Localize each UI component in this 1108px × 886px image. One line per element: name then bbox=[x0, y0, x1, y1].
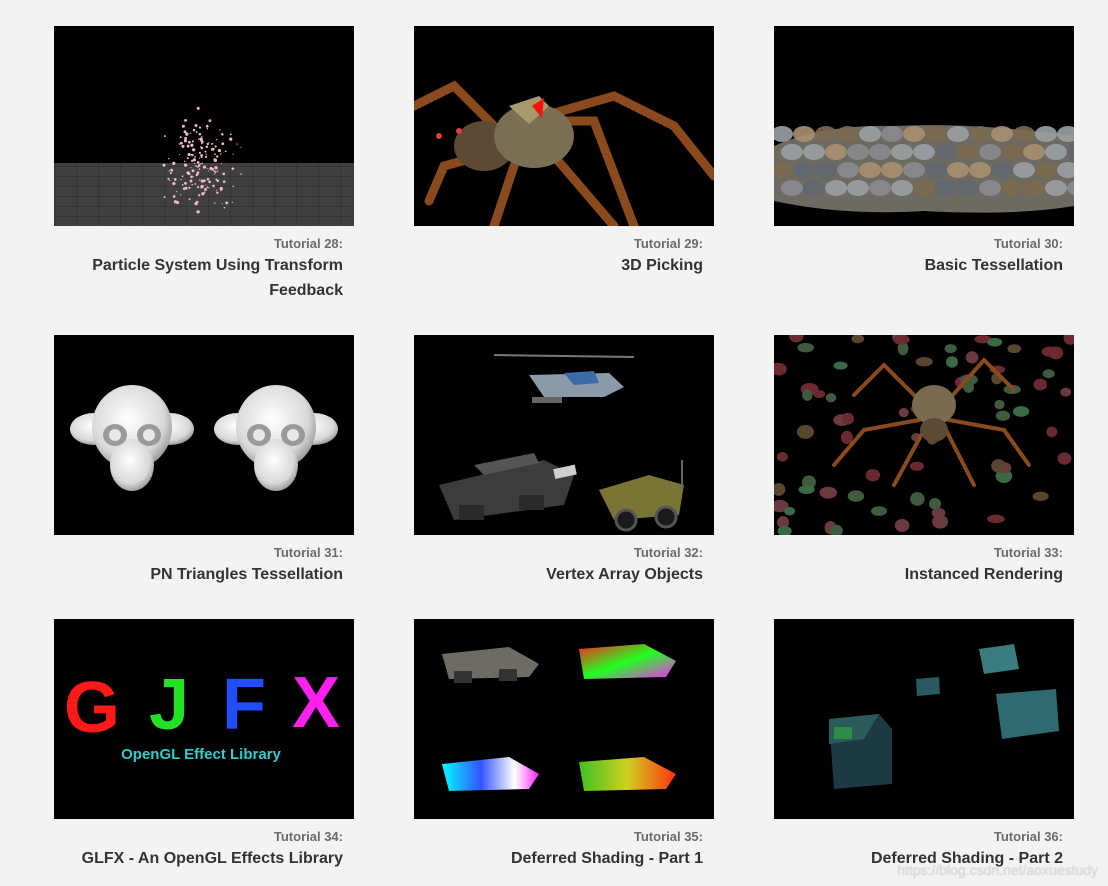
tutorial-number: Tutorial 33: bbox=[993, 545, 1063, 560]
tutorial-card-32[interactable]: Tutorial 32: Vertex Array Objects bbox=[414, 335, 714, 587]
tutorial-card-34[interactable]: G J F X OpenGL Effect Library Tutorial 3… bbox=[54, 619, 354, 871]
tutorial-number: Tutorial 29: bbox=[633, 236, 703, 251]
svg-text:J: J bbox=[149, 665, 189, 745]
tutorial-card-33[interactable]: Tutorial 33: Instanced Rendering bbox=[774, 335, 1074, 587]
tutorial-card-36[interactable]: Tutorial 36: Deferred Shading - Part 2 bbox=[774, 619, 1074, 871]
tutorial-card-28[interactable]: Tutorial 28: Particle System Using Trans… bbox=[54, 26, 354, 303]
tutorial-number: Tutorial 30: bbox=[993, 236, 1063, 251]
tutorial-title[interactable]: 3D Picking bbox=[414, 253, 714, 278]
glfx-logo-thumbnail[interactable]: G J F X OpenGL Effect Library bbox=[54, 619, 354, 819]
svg-text:G: G bbox=[64, 668, 120, 748]
svg-text:X: X bbox=[292, 663, 340, 743]
tutorial-card-35[interactable]: Tutorial 35: Deferred Shading - Part 1 bbox=[414, 619, 714, 871]
tutorial-number: Tutorial 31: bbox=[273, 545, 343, 560]
particle-system-thumbnail[interactable] bbox=[54, 26, 354, 226]
deferred-cubes-thumbnail[interactable] bbox=[774, 619, 1074, 819]
tutorial-card-31[interactable]: Tutorial 31: PN Triangles Tessellation bbox=[54, 335, 354, 587]
tutorial-title[interactable]: GLFX - An OpenGL Effects Library bbox=[54, 846, 354, 871]
tessellated-terrain-thumbnail[interactable] bbox=[774, 26, 1074, 226]
glfx-logo-caption: OpenGL Effect Library bbox=[121, 746, 281, 763]
tutorial-card-30[interactable]: Tutorial 30: Basic Tessellation bbox=[774, 26, 1074, 278]
monkey-heads-thumbnail[interactable] bbox=[54, 335, 354, 535]
tutorial-title[interactable]: PN Triangles Tessellation bbox=[54, 562, 354, 587]
tutorial-title[interactable]: Basic Tessellation bbox=[774, 253, 1074, 278]
tutorial-title[interactable]: Deferred Shading - Part 1 bbox=[414, 846, 714, 871]
svg-text:F: F bbox=[222, 665, 266, 745]
tutorial-number: Tutorial 35: bbox=[633, 829, 703, 844]
deferred-gbuffer-thumbnail[interactable] bbox=[414, 619, 714, 819]
tutorial-card-29[interactable]: Tutorial 29: 3D Picking bbox=[414, 26, 714, 278]
vehicles-thumbnail[interactable] bbox=[414, 335, 714, 535]
tutorial-title[interactable]: Vertex Array Objects bbox=[414, 562, 714, 587]
tutorial-title[interactable]: Particle System Using Transform Feedback bbox=[54, 253, 354, 303]
tutorial-title[interactable]: Instanced Rendering bbox=[774, 562, 1074, 587]
spider-picking-thumbnail[interactable] bbox=[414, 26, 714, 226]
tutorial-number: Tutorial 28: bbox=[273, 236, 343, 251]
tutorial-number: Tutorial 34: bbox=[273, 829, 343, 844]
tutorial-number: Tutorial 36: bbox=[993, 829, 1063, 844]
watermark: https://blog.csdn.net/aoxuestudy bbox=[897, 862, 1098, 878]
tutorial-number: Tutorial 32: bbox=[633, 545, 703, 560]
spider-swarm-thumbnail[interactable] bbox=[774, 335, 1074, 535]
